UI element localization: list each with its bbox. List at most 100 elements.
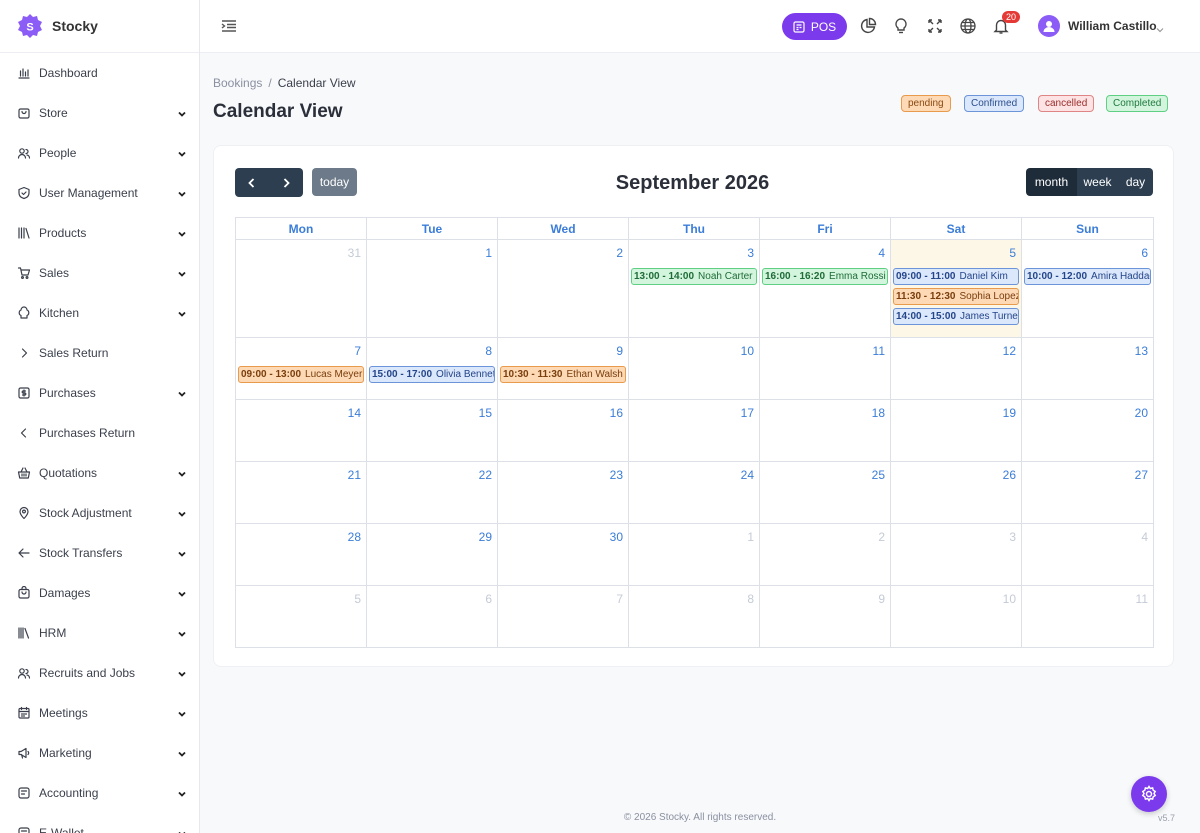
day-number[interactable]: 31 [348,246,361,260]
calendar-day-cell[interactable]: 9 10:30 - 11:30 Ethan Walsh [498,338,629,399]
day-number[interactable]: 5 [1009,246,1016,260]
day-number[interactable]: 26 [1003,468,1016,482]
day-number[interactable]: 24 [741,468,754,482]
day-number[interactable]: 19 [1003,406,1016,420]
day-number[interactable]: 6 [485,592,492,606]
calendar-day-cell[interactable]: 10 [891,586,1022,647]
sidebar-item-sales-return[interactable]: Sales Return [0,333,199,373]
day-number[interactable]: 9 [878,592,885,606]
calendar-day-cell[interactable]: 2 [760,524,891,585]
chevron-down-icon[interactable] [1155,22,1165,33]
sidebar-item-stock-adjustment[interactable]: Stock Adjustment [0,493,199,533]
breadcrumb-parent[interactable]: Bookings [213,76,262,90]
sidebar-item-marketing[interactable]: Marketing [0,733,199,773]
day-number[interactable]: 2 [616,246,623,260]
day-number[interactable]: 23 [610,468,623,482]
calendar-day-cell[interactable]: 4 16:00 - 16:20 Emma Rossi [760,240,891,337]
view-day-button[interactable]: day [1118,168,1153,196]
day-number[interactable]: 15 [479,406,492,420]
day-number[interactable]: 3 [747,246,754,260]
day-number[interactable]: 30 [610,530,623,544]
calendar-day-cell[interactable]: 26 [891,462,1022,523]
booking-event-pending[interactable]: 11:30 - 12:30 Sophia Lopez [893,288,1019,305]
day-number[interactable]: 8 [747,592,754,606]
view-week-button[interactable]: week [1077,168,1118,196]
day-number[interactable]: 10 [1003,592,1016,606]
calendar-day-cell[interactable]: 15 [367,400,498,461]
calendar-day-cell[interactable]: 22 [367,462,498,523]
day-number[interactable]: 8 [485,344,492,358]
calendar-day-cell[interactable]: 18 [760,400,891,461]
calendar-day-cell[interactable]: 24 [629,462,760,523]
day-number[interactable]: 17 [741,406,754,420]
day-number[interactable]: 11 [1136,592,1148,606]
chevron-down-icon[interactable] [177,588,187,598]
user-name[interactable]: William Castillo [1068,19,1157,33]
sidebar-item-purchases[interactable]: Purchases [0,373,199,413]
globe-icon[interactable] [959,17,977,35]
calendar-day-cell[interactable]: 1 [367,240,498,337]
sidebar-item-purchases-return[interactable]: Purchases Return [0,413,199,453]
day-number[interactable]: 3 [1009,530,1016,544]
pie-chart-icon[interactable] [859,17,877,35]
chevron-down-icon[interactable] [177,748,187,758]
chevron-down-icon[interactable] [177,468,187,478]
sidebar-item-hrm[interactable]: HRM [0,613,199,653]
day-number[interactable]: 2 [878,530,885,544]
booking-event-confirmed[interactable]: 10:00 - 12:00 Amira Haddad [1024,268,1151,285]
calendar-day-cell[interactable]: 10 [629,338,760,399]
calendar-day-cell[interactable]: 9 [760,586,891,647]
day-number[interactable]: 21 [348,468,361,482]
booking-event-completed[interactable]: 13:00 - 14:00 Noah Carter [631,268,757,285]
calendar-day-cell[interactable]: 8 [629,586,760,647]
sidebar-item-quotations[interactable]: Quotations [0,453,199,493]
booking-event-pending[interactable]: 10:30 - 11:30 Ethan Walsh [500,366,626,383]
day-number[interactable]: 25 [872,468,885,482]
sidebar-item-sales[interactable]: Sales [0,253,199,293]
calendar-day-cell[interactable]: 4 [1022,524,1153,585]
pos-button[interactable]: POS [782,13,847,40]
booking-event-confirmed[interactable]: 09:00 - 11:00 Daniel Kim [893,268,1019,285]
calendar-day-cell[interactable]: 20 [1022,400,1153,461]
calendar-day-cell[interactable]: 1 [629,524,760,585]
calendar-day-cell[interactable]: 6 [367,586,498,647]
day-number[interactable]: 1 [485,246,492,260]
calendar-day-cell[interactable]: 19 [891,400,1022,461]
calendar-day-cell[interactable]: 13 [1022,338,1153,399]
calendar-day-cell[interactable]: 31 [236,240,367,337]
day-number[interactable]: 12 [1003,344,1016,358]
sidebar-item-damages[interactable]: Damages [0,573,199,613]
sidebar-item-dashboard[interactable]: Dashboard [0,53,199,93]
chevron-down-icon[interactable] [177,228,187,238]
day-number[interactable]: 27 [1135,468,1148,482]
calendar-day-cell[interactable]: 29 [367,524,498,585]
day-number[interactable]: 22 [479,468,492,482]
sidebar-item-meetings[interactable]: Meetings [0,693,199,733]
calendar-day-cell[interactable]: 2 [498,240,629,337]
day-number[interactable]: 13 [1135,344,1148,358]
chevron-down-icon[interactable] [177,148,187,158]
day-number[interactable]: 5 [354,592,361,606]
calendar-day-cell[interactable]: 30 [498,524,629,585]
calendar-day-cell[interactable]: 12 [891,338,1022,399]
chevron-down-icon[interactable] [177,548,187,558]
chevron-down-icon[interactable] [177,108,187,118]
calendar-day-cell[interactable]: 7 [498,586,629,647]
chevron-down-icon[interactable] [177,788,187,798]
day-number[interactable]: 6 [1141,246,1148,260]
calendar-day-cell[interactable]: 11 [1022,586,1153,647]
sidebar-item-accounting[interactable]: Accounting [0,773,199,813]
sidebar-item-e-wallet[interactable]: E-Wallet [0,813,199,833]
chevron-down-icon[interactable] [177,828,187,833]
sidebar-item-people[interactable]: People [0,133,199,173]
calendar-day-cell[interactable]: 6 10:00 - 12:00 Amira Haddad [1022,240,1153,337]
calendar-day-cell[interactable]: 23 [498,462,629,523]
day-number[interactable]: 9 [616,344,623,358]
booking-event-pending[interactable]: 09:00 - 13:00 Lucas Meyer [238,366,364,383]
booking-event-completed[interactable]: 16:00 - 16:20 Emma Rossi [762,268,888,285]
avatar[interactable] [1038,15,1060,37]
calendar-day-cell[interactable]: 27 [1022,462,1153,523]
day-number[interactable]: 7 [616,592,623,606]
day-number[interactable]: 10 [741,344,754,358]
calendar-day-cell[interactable]: 3 [891,524,1022,585]
